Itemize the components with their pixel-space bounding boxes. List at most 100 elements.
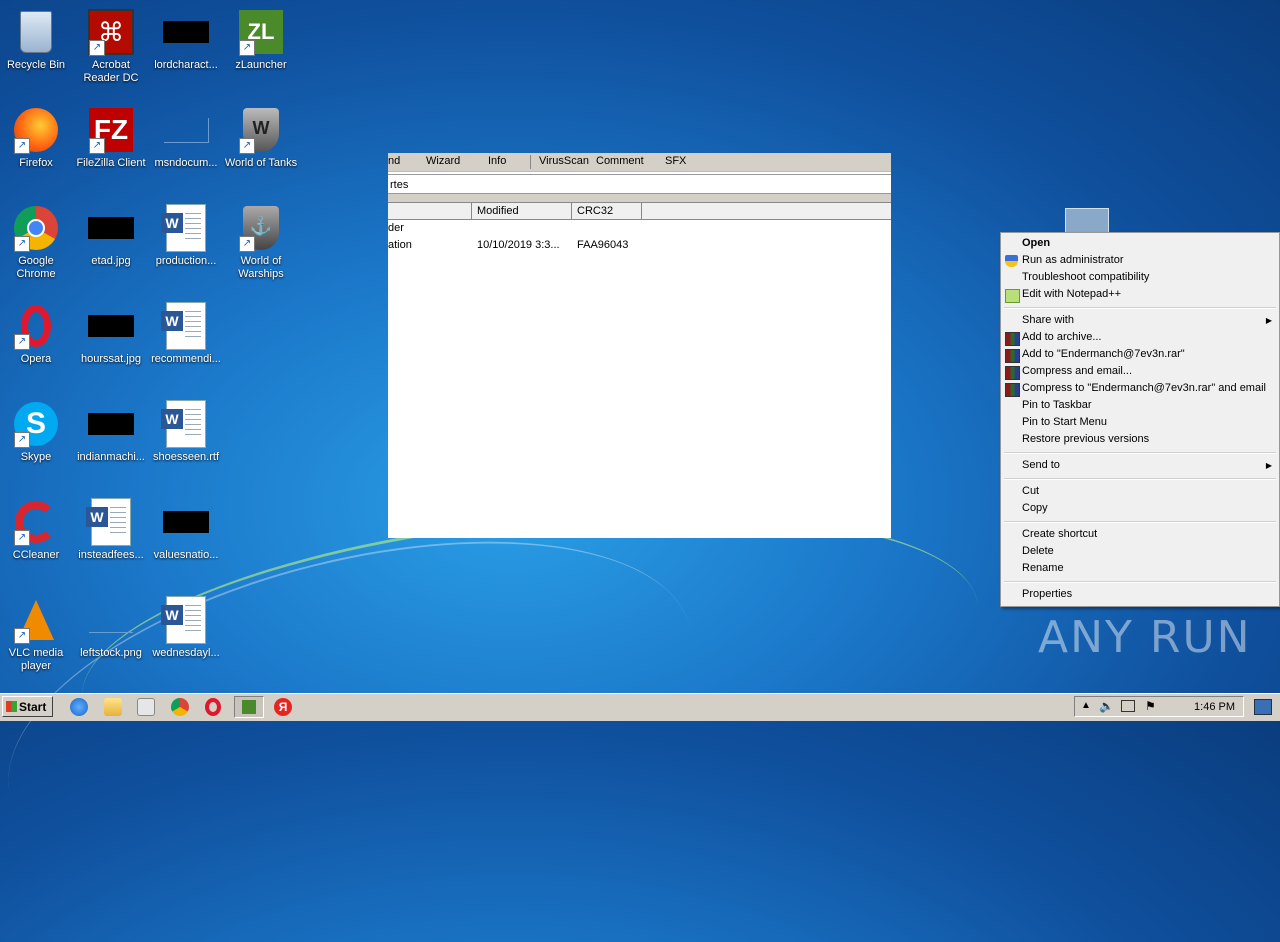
icon-label: Recycle Bin	[6, 59, 66, 71]
desktop-icon-insteadfees[interactable]: W insteadfees...	[73, 498, 149, 562]
desktop-icon-acrobat[interactable]: ⌘ ↗ Acrobat Reader DC	[73, 8, 149, 85]
toolbar-virusscan[interactable]: VirusScan	[539, 153, 589, 167]
desktop-icon-leftstock[interactable]: leftstock.png	[73, 596, 149, 660]
icon-label: Opera	[20, 353, 52, 365]
desktop-icon-lordcharact[interactable]: lordcharact...	[148, 8, 224, 72]
chrome-icon[interactable]	[171, 698, 189, 716]
file-modified: 10/10/2019 3:3...	[477, 239, 560, 251]
desktop-icon-wednesdayl[interactable]: W wednesdayl...	[148, 596, 224, 660]
toolbar-info[interactable]: Info	[488, 153, 506, 167]
menu-compress-rar-email[interactable]: Compress to "Endermanch@7ev3n.rar" and e…	[1022, 380, 1266, 397]
shortcut-arrow-icon: ↗	[239, 138, 255, 154]
icon-label: Acrobat Reader DC	[83, 59, 139, 84]
file-explorer-icon[interactable]	[104, 698, 122, 716]
desktop-icon-vlc[interactable]: ↗ VLC media player	[0, 596, 74, 673]
uac-shield-icon	[1005, 255, 1018, 267]
desktop-icon-filezilla[interactable]: FZ ↗ FileZilla Client	[73, 106, 149, 170]
archive-window: nd Wizard Info VirusScan Comment SFX rte…	[388, 153, 891, 538]
desktop-icon-opera[interactable]: ↗ Opera	[0, 302, 74, 366]
menu-troubleshoot[interactable]: Troubleshoot compatibility	[1022, 269, 1149, 286]
desktop-icon-recycle-bin[interactable]: Recycle Bin	[0, 8, 74, 72]
menu-send-to[interactable]: Send to	[1022, 457, 1060, 474]
shortcut-arrow-icon: ↗	[89, 138, 105, 154]
address-bar[interactable]: rtes	[388, 174, 891, 194]
file-name: ation	[388, 239, 412, 251]
toolbar-find[interactable]: nd	[388, 153, 400, 167]
column-crc32[interactable]: CRC32	[577, 205, 613, 217]
menu-pin-start[interactable]: Pin to Start Menu	[1022, 414, 1107, 431]
file-name: der	[388, 222, 404, 234]
media-player-icon[interactable]	[137, 698, 155, 716]
start-button[interactable]: Start	[2, 696, 53, 717]
notepadpp-icon	[1005, 289, 1020, 303]
desktop-icon-etad[interactable]: etad.jpg	[73, 204, 149, 268]
shortcut-arrow-icon: ↗	[14, 432, 30, 448]
word-document-icon: W	[86, 498, 135, 546]
menu-edit-notepadpp[interactable]: Edit with Notepad++	[1022, 286, 1121, 303]
desktop-icon-production[interactable]: W production...	[148, 204, 224, 268]
image-file-icon	[87, 204, 135, 252]
icon-label: leftstock.png	[80, 647, 142, 659]
menu-compress-email[interactable]: Compress and email...	[1022, 363, 1132, 380]
skype-icon: S ↗	[12, 400, 60, 448]
menu-open[interactable]: Open	[1022, 235, 1050, 252]
show-desktop-icon[interactable]	[1254, 699, 1272, 715]
column-modified[interactable]: Modified	[477, 205, 519, 217]
recycle-bin-icon	[12, 8, 60, 56]
opera-icon[interactable]	[205, 698, 221, 716]
desktop-icon-shoesseen[interactable]: W shoesseen.rtf	[148, 400, 224, 464]
shortcut-arrow-icon: ↗	[89, 40, 105, 56]
column-separator	[471, 203, 472, 219]
icon-label: msndocum...	[154, 157, 218, 169]
icon-label: recommendi...	[151, 353, 221, 365]
menu-rename[interactable]: Rename	[1022, 560, 1064, 577]
file-crc: FAA96043	[577, 239, 629, 251]
menu-copy[interactable]: Copy	[1022, 500, 1048, 517]
menu-add-to-rar[interactable]: Add to "Endermanch@7ev3n.rar"	[1022, 346, 1185, 363]
desktop-icon-firefox[interactable]: ↗ Firefox	[0, 106, 74, 170]
taskbar-active-app[interactable]	[234, 696, 264, 718]
desktop-icon-skype[interactable]: S ↗ Skype	[0, 400, 74, 464]
menu-run-as-admin[interactable]: Run as administrator	[1022, 252, 1124, 269]
yandex-browser-icon[interactable]: Я	[274, 698, 292, 716]
icon-label: production...	[155, 255, 217, 267]
icon-label: hourssat.jpg	[81, 353, 141, 365]
menu-share-with[interactable]: Share with	[1022, 312, 1074, 329]
desktop-icon-zlauncher[interactable]: ZL ↗ zLauncher	[223, 8, 299, 72]
desktop-icon-chrome[interactable]: ↗ Google Chrome	[0, 204, 74, 281]
world-of-warships-icon: ⚓ ↗	[237, 204, 285, 252]
file-row[interactable]: der	[388, 222, 404, 234]
menu-create-shortcut[interactable]: Create shortcut	[1022, 526, 1097, 543]
desktop-icon-world-of-warships[interactable]: ⚓ ↗ World of Warships	[223, 204, 299, 281]
action-center-flag-icon[interactable]: ⚑	[1145, 699, 1156, 713]
network-icon[interactable]	[1121, 700, 1135, 712]
desktop-icon-recommendi[interactable]: W recommendi...	[148, 302, 224, 366]
menu-delete[interactable]: Delete	[1022, 543, 1054, 560]
shortcut-arrow-icon: ↗	[14, 530, 30, 546]
word-document-icon: W	[161, 596, 210, 644]
desktop-icon-hourssat[interactable]: hourssat.jpg	[73, 302, 149, 366]
menu-separator	[1004, 307, 1276, 309]
menu-add-to-archive[interactable]: Add to archive...	[1022, 329, 1102, 346]
internet-explorer-icon[interactable]	[70, 698, 88, 716]
menu-restore-versions[interactable]: Restore previous versions	[1022, 431, 1149, 448]
toolbar-wizard[interactable]: Wizard	[426, 153, 460, 167]
desktop-icon-msndocum[interactable]: msndocum...	[148, 106, 224, 170]
menu-properties[interactable]: Properties	[1022, 586, 1072, 603]
toolbar-comment[interactable]: Comment	[596, 153, 644, 167]
icon-label: etad.jpg	[91, 255, 131, 267]
volume-icon[interactable]: 🔈	[1099, 699, 1114, 713]
clock[interactable]: 1:46 PM	[1194, 701, 1235, 713]
desktop-icon-valuesnatio[interactable]: valuesnatio...	[148, 498, 224, 562]
menu-pin-taskbar[interactable]: Pin to Taskbar	[1022, 397, 1092, 414]
toolbar-sfx[interactable]: SFX	[665, 153, 686, 167]
desktop-icon-ccleaner[interactable]: ↗ CCleaner	[0, 498, 74, 562]
show-hidden-icons-icon[interactable]: ▲	[1081, 700, 1091, 711]
desktop-icon-world-of-tanks[interactable]: W ↗ World of Tanks	[223, 106, 299, 170]
windows-flag-icon	[6, 701, 17, 712]
image-file-icon	[162, 106, 210, 154]
archive-toolbar: nd Wizard Info VirusScan Comment SFX	[388, 153, 891, 172]
desktop-icon-indianmachi[interactable]: indianmachi...	[73, 400, 149, 464]
icon-label: World of Tanks	[224, 157, 298, 169]
menu-cut[interactable]: Cut	[1022, 483, 1039, 500]
